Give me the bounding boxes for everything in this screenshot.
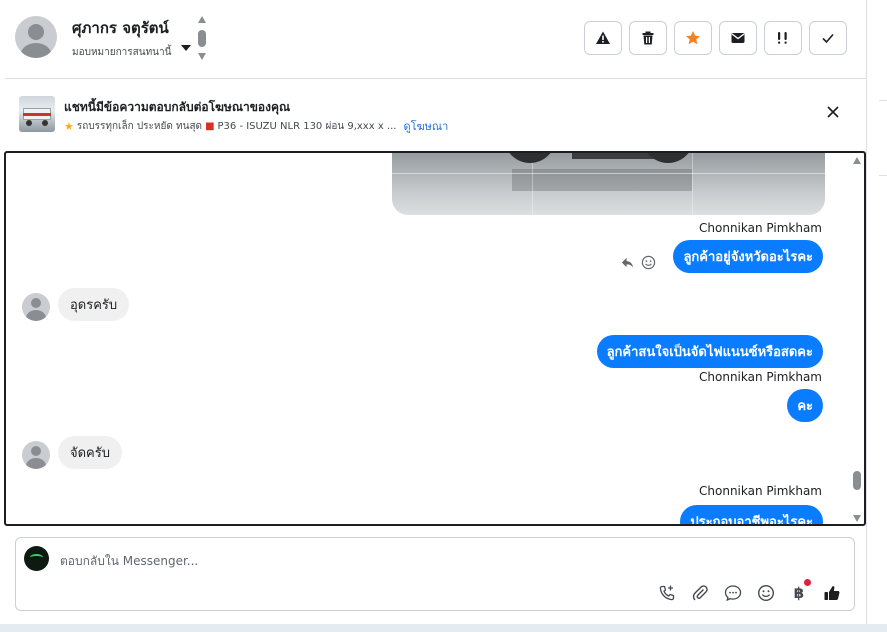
outgoing-message[interactable]: ประกอบอาชีพอะไรคะ — [680, 505, 823, 524]
react-emoji-icon[interactable] — [641, 255, 656, 270]
message-sender-name: Chonnikan Pimkham — [699, 484, 822, 498]
attachment-icon[interactable] — [690, 583, 710, 603]
view-ad-link[interactable]: ดูโฆษณา — [403, 117, 448, 135]
warning-icon — [596, 31, 610, 44]
incoming-message[interactable]: อุดรครับ — [58, 288, 130, 321]
reply-input[interactable] — [60, 552, 660, 570]
composer-actions: ฿ — [657, 579, 842, 603]
incoming-message[interactable]: จัดครับ — [58, 436, 122, 469]
contact-avatar[interactable] — [15, 16, 57, 58]
message-hover-actions — [620, 255, 656, 270]
scroll-thumb[interactable] — [198, 30, 206, 47]
thread-scrollbar[interactable] — [850, 153, 864, 524]
mark-done-button[interactable] — [809, 21, 847, 55]
report-spam-button[interactable] — [584, 21, 622, 55]
scroll-up-arrow-icon[interactable] — [198, 16, 206, 23]
priority-icon — [778, 32, 787, 44]
baht-payment-icon[interactable]: ฿ — [789, 579, 811, 603]
customer-avatar[interactable] — [22, 293, 50, 321]
message-thread[interactable]: Chonnikan Pimkham ลูกค้าอยู่จังหวัดอะไรค… — [4, 151, 866, 526]
follow-up-button[interactable] — [764, 21, 802, 55]
caret-down-icon[interactable] — [181, 45, 191, 51]
star-emoji-icon: ★ — [64, 119, 74, 133]
truck-photo-attachment[interactable] — [392, 153, 825, 215]
trash-icon — [642, 31, 654, 45]
reply-icon[interactable] — [620, 255, 635, 270]
header-scrollbar[interactable] — [197, 16, 207, 62]
call-add-icon[interactable] — [657, 583, 677, 603]
mark-unread-button[interactable] — [719, 21, 757, 55]
delete-button[interactable] — [629, 21, 667, 55]
outgoing-message[interactable]: คะ — [787, 389, 823, 422]
envelope-icon — [731, 33, 745, 43]
inbox-chat-panel: ศุภากร จตุรัตน์ มอบหมายการสนทนานี้ แชทนี… — [0, 0, 866, 632]
scroll-thumb[interactable] — [853, 471, 861, 490]
scroll-down-arrow-icon[interactable] — [853, 515, 861, 522]
ad-reply-banner: แชทนี้มีข้อความตอบกลับต่อโฆษณาของคุณ ★ ร… — [5, 80, 866, 150]
chat-header: ศุภากร จตุรัตน์ มอบหมายการสนทนานี้ — [5, 0, 866, 79]
message-sender-name: Chonnikan Pimkham — [699, 221, 822, 235]
outgoing-message[interactable]: ลูกค้าสนใจเป็นจัดไฟแนนซ์หรือสดคะ — [596, 335, 823, 368]
window-bottom-edge — [0, 624, 887, 632]
truck-emoji-icon: ■ — [205, 120, 215, 132]
conversation-toolbar — [584, 21, 847, 55]
check-icon — [822, 33, 834, 44]
star-button[interactable] — [674, 21, 712, 55]
ad-summary-line: ★ รถบรรทุกเล็ก ประหยัด ทนสุด ■ P36 - ISU… — [64, 117, 448, 135]
customer-avatar[interactable] — [22, 441, 50, 469]
right-side-panel-edge — [866, 0, 887, 624]
scroll-down-arrow-icon[interactable] — [198, 53, 206, 60]
assign-conversation-label[interactable]: มอบหมายการสนทนานี้ — [72, 45, 171, 60]
close-icon[interactable] — [825, 104, 841, 120]
saved-reply-icon[interactable] — [723, 583, 743, 603]
reply-composer: ฿ — [15, 537, 855, 611]
ad-banner-title: แชทนี้มีข้อความตอบกลับต่อโฆษณาของคุณ — [64, 100, 291, 114]
contact-name[interactable]: ศุภากร จตุรัตน์ — [72, 16, 169, 40]
star-icon — [686, 31, 700, 45]
like-icon[interactable] — [822, 583, 842, 603]
page-avatar — [24, 546, 49, 571]
message-sender-name: Chonnikan Pimkham — [699, 370, 822, 384]
scroll-up-arrow-icon[interactable] — [853, 157, 861, 164]
outgoing-message[interactable]: ลูกค้าอยู่จังหวัดอะไรคะ — [673, 240, 823, 273]
emoji-icon[interactable] — [756, 583, 776, 603]
ad-thumbnail[interactable] — [19, 96, 55, 132]
notification-dot — [804, 579, 811, 586]
ad-detail: P36 - ISUZU NLR 130 ผ่อน 9,xxx x ... — [217, 120, 397, 132]
ad-summary: รถบรรทุกเล็ก ประหยัด ทนสุด — [76, 120, 203, 132]
